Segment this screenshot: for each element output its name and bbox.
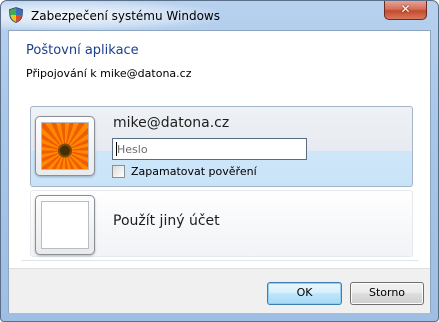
use-other-account-label[interactable]: Použít jiný účet [113,213,220,229]
blank-user-picture-icon [41,201,89,249]
dialog-caption: Poštovní aplikace [26,43,139,58]
user-picture [41,122,89,170]
dialog-body: Poštovní aplikace Připojování k mike@dat… [8,30,431,313]
remember-credentials-checkbox[interactable] [112,165,125,178]
title-bar[interactable]: Zabezpečení systému Windows ✕ [1,1,438,30]
account-tile-selected[interactable]: mike@datona.cz Zapamatovat pověření [30,106,413,187]
credential-dialog-window: Zabezpečení systému Windows ✕ Poštovní a… [0,0,439,322]
close-icon: ✕ [400,2,411,16]
remember-credentials-label[interactable]: Zapamatovat pověření [131,165,257,178]
account-tile-other[interactable]: Použít jiný účet [30,190,413,257]
user-picture-frame-blank [35,195,95,255]
dialog-subcaption: Připojování k mike@datona.cz [26,67,192,80]
windows-security-shield-icon [9,7,23,23]
window-title: Zabezpečení systému Windows [31,9,220,23]
flower-user-picture-icon [42,123,88,169]
button-bar: OK Storno [9,268,430,313]
cancel-button[interactable]: Storno [350,282,424,305]
account-username: mike@datona.cz [113,115,230,131]
password-input[interactable] [112,138,307,160]
text-caret [116,142,117,156]
ok-button[interactable]: OK [267,282,342,305]
user-picture-frame [35,116,95,176]
close-button[interactable]: ✕ [384,1,427,20]
divider [21,260,418,261]
